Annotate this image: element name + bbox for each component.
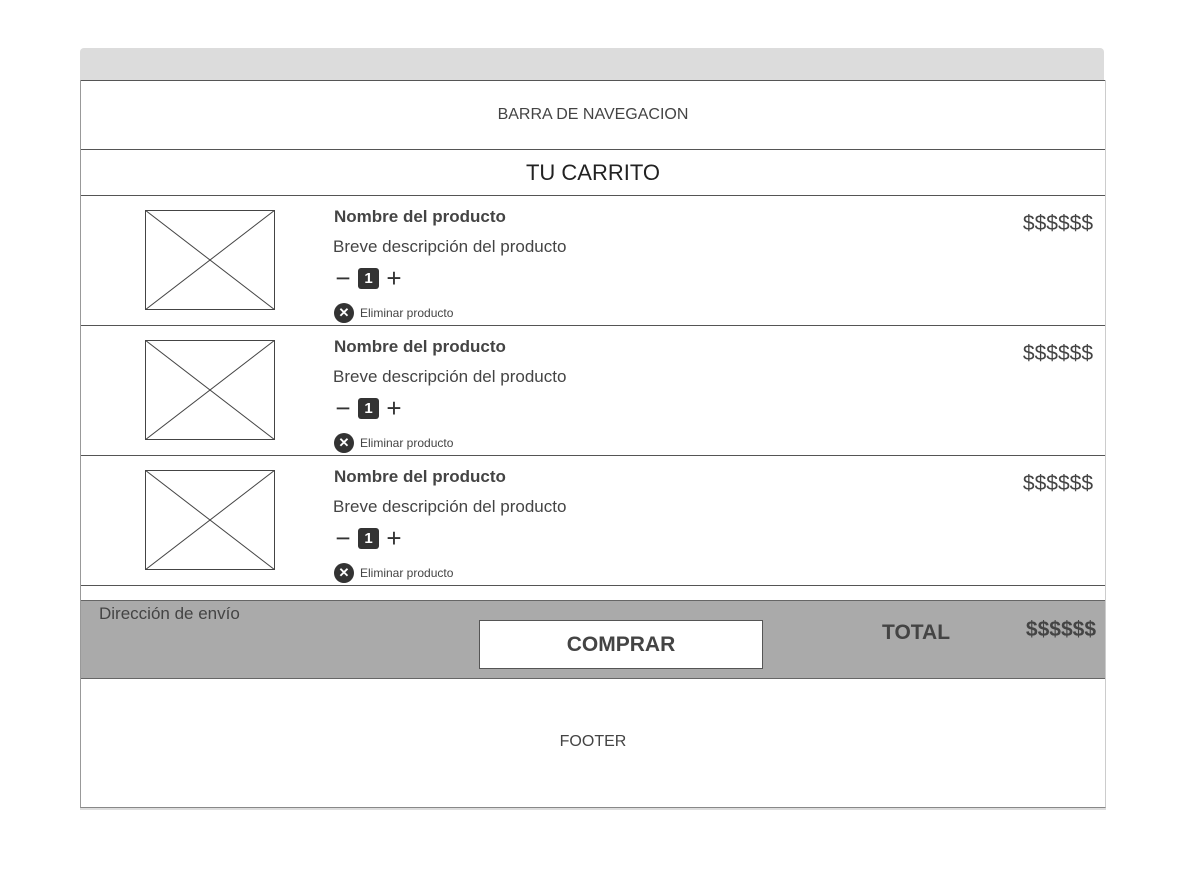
- product-name: Nombre del producto: [334, 337, 506, 356]
- minus-icon[interactable]: −: [333, 525, 353, 551]
- total-value: $$$$$$: [1025, 618, 1096, 641]
- page-frame: BARRA DE NAVEGACION TU CARRITO Nombre de…: [80, 80, 1106, 808]
- plus-icon[interactable]: +: [384, 525, 404, 551]
- quantity-stepper: − 1 +: [333, 395, 404, 421]
- close-circle-icon: ✕: [334, 563, 354, 583]
- cart-item: Nombre del producto Breve descripción de…: [81, 196, 1105, 326]
- remove-product-label: Eliminar producto: [360, 306, 454, 320]
- minus-icon[interactable]: −: [333, 395, 353, 421]
- product-description: Breve descripción del producto: [333, 237, 567, 256]
- minus-icon[interactable]: −: [333, 265, 353, 291]
- cart-title-text: TU CARRITO: [525, 159, 661, 185]
- quantity-stepper: − 1 +: [333, 525, 404, 551]
- quantity-value: 1: [358, 527, 379, 549]
- product-price: $$$$$$: [1022, 212, 1093, 235]
- footer-label: FOOTER: [559, 733, 627, 750]
- browser-frame-top: [80, 48, 1104, 80]
- remove-product-button[interactable]: ✕ Eliminar producto: [334, 303, 453, 323]
- image-placeholder-icon: [145, 340, 275, 440]
- close-circle-icon: ✕: [334, 433, 354, 453]
- navbar-label: BARRA DE NAVEGACION: [497, 106, 689, 123]
- close-circle-icon: ✕: [334, 303, 354, 323]
- navbar[interactable]: BARRA DE NAVEGACION: [81, 80, 1105, 150]
- plus-icon[interactable]: +: [384, 395, 404, 421]
- product-price: $$$$$$: [1022, 472, 1093, 495]
- product-description: Breve descripción del producto: [333, 497, 567, 516]
- image-placeholder-icon: [145, 210, 275, 310]
- shipping-address-field[interactable]: Dirección de envío: [99, 604, 240, 624]
- product-price: $$$$$$: [1022, 342, 1093, 365]
- page-title: TU CARRITO: [81, 150, 1105, 196]
- quantity-value: 1: [358, 267, 379, 289]
- quantity-stepper: − 1 +: [333, 265, 404, 291]
- plus-icon[interactable]: +: [384, 265, 404, 291]
- footer: FOOTER: [81, 679, 1105, 805]
- buy-button[interactable]: COMPRAR: [479, 620, 763, 669]
- cart-item: Nombre del producto Breve descripción de…: [81, 456, 1105, 586]
- product-description: Breve descripción del producto: [333, 367, 567, 386]
- image-placeholder-icon: [145, 470, 275, 570]
- remove-product-button[interactable]: ✕ Eliminar producto: [334, 433, 453, 453]
- product-name: Nombre del producto: [334, 467, 506, 486]
- total-label: TOTAL: [882, 621, 951, 644]
- remove-product-label: Eliminar producto: [360, 436, 454, 450]
- quantity-value: 1: [358, 397, 379, 419]
- checkout-bar: Dirección de envío COMPRAR TOTAL $$$$$$: [81, 600, 1105, 679]
- remove-product-button[interactable]: ✕ Eliminar producto: [334, 563, 453, 583]
- remove-product-label: Eliminar producto: [360, 566, 454, 580]
- product-name: Nombre del producto: [334, 207, 506, 226]
- cart-item: Nombre del producto Breve descripción de…: [81, 326, 1105, 456]
